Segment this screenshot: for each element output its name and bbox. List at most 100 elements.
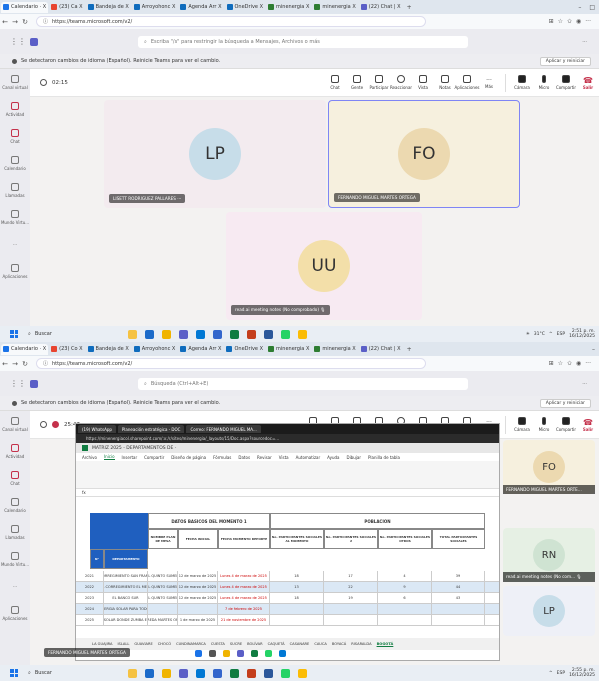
- apps-button[interactable]: Aplicaciones: [455, 75, 480, 90]
- browser-tab[interactable]: minenergia X: [266, 2, 311, 13]
- apply-restart-button[interactable]: Aplicar y reiniciar: [539, 398, 591, 408]
- chrome-icon[interactable]: [298, 668, 307, 678]
- apply-restart-button[interactable]: Aplicar y reiniciar: [539, 56, 591, 66]
- menu-icon[interactable]: ···: [585, 360, 591, 367]
- rail-item-virtual-channel[interactable]: Canal virtual: [0, 69, 30, 96]
- share-button[interactable]: Compartir: [555, 75, 577, 90]
- rail-item-calls[interactable]: Llamadas: [0, 177, 30, 204]
- browser-tab[interactable]: Calendario · X: [1, 343, 49, 355]
- clock[interactable]: 2:51 p. m. 16/12/2025: [569, 329, 595, 339]
- star-icon[interactable]: ☆: [558, 18, 563, 25]
- extensions-icon[interactable]: ⊞: [549, 18, 554, 25]
- browser-tab[interactable]: Bandeja de X: [86, 344, 131, 355]
- browser-tab[interactable]: minenergia X: [312, 344, 357, 355]
- excel-icon[interactable]: [230, 329, 239, 339]
- extensions-icon[interactable]: ⊞: [549, 360, 554, 367]
- favorites-icon[interactable]: ✩: [567, 360, 572, 367]
- url-field[interactable]: ⓘ https://teams.microsoft.com/v2/: [36, 16, 426, 27]
- more-options-icon[interactable]: ···: [582, 39, 587, 45]
- whatsapp-icon[interactable]: [281, 329, 290, 339]
- folder-icon[interactable]: [162, 329, 171, 339]
- participant-tile[interactable]: UU read.ai meeting notes (No comprobado)…: [226, 212, 422, 320]
- notes-button[interactable]: Notas: [434, 75, 456, 90]
- favorites-icon[interactable]: ✩: [567, 18, 572, 25]
- rail-item-calls[interactable]: Llamadas: [0, 519, 30, 546]
- whatsapp-icon[interactable]: [281, 668, 290, 678]
- profile-icon[interactable]: ◉: [576, 18, 581, 25]
- teams-icon[interactable]: [179, 329, 188, 339]
- app-icon[interactable]: [128, 329, 137, 339]
- chevron-up-icon[interactable]: ^: [549, 671, 553, 676]
- clock[interactable]: 2:55 p. m. 16/12/2025: [569, 668, 595, 678]
- rail-item-calendar[interactable]: Calendario: [0, 492, 30, 519]
- chrome-icon[interactable]: [298, 329, 307, 339]
- windows-start-icon[interactable]: [10, 330, 18, 338]
- apps-grid-icon[interactable]: ⋮⋮: [10, 379, 26, 388]
- raise-hand-button[interactable]: Participar: [368, 75, 390, 90]
- browser-tab[interactable]: Arroyohonc X: [132, 2, 178, 13]
- rail-item-chat[interactable]: Chat: [0, 465, 30, 492]
- browser-tab[interactable]: Bandeja de X: [86, 2, 131, 13]
- participant-tile[interactable]: FO FERNANDO MIGUEL MARTES ORTE...: [503, 440, 595, 494]
- excel-icon[interactable]: [230, 668, 239, 678]
- rail-item-virtual-channel[interactable]: Canal virtual: [0, 411, 30, 438]
- new-tab-button[interactable]: +: [403, 4, 416, 11]
- maximize-button[interactable]: □: [585, 4, 599, 11]
- share-button[interactable]: Compartir: [555, 417, 577, 432]
- browser-tab[interactable]: Agenda Arr X: [178, 344, 223, 355]
- windows-start-icon[interactable]: [10, 669, 18, 677]
- outlook-icon[interactable]: [196, 668, 205, 678]
- browser-tab[interactable]: minenergia X: [266, 344, 311, 355]
- search-input[interactable]: ⌕ Búsqueda (Ctrl+Alt+E): [138, 377, 468, 390]
- word-icon[interactable]: [213, 329, 222, 339]
- edge-icon[interactable]: [145, 668, 154, 678]
- teams-icon[interactable]: [179, 668, 188, 678]
- browser-tab[interactable]: Calendario · X: [1, 1, 49, 13]
- participant-tile[interactable]: LP: [503, 586, 595, 636]
- camera-button[interactable]: Cámara: [511, 75, 533, 90]
- search-input[interactable]: ⌕ Escriba "/s" para restringir la búsqued…: [138, 35, 468, 48]
- rail-item-chat[interactable]: Chat: [0, 123, 30, 150]
- camera-button[interactable]: Cámara: [511, 417, 533, 432]
- minimize-button[interactable]: –: [574, 4, 585, 11]
- browser-tab[interactable]: minenergia X: [312, 2, 357, 13]
- mic-button[interactable]: Micro: [533, 75, 555, 90]
- rail-item-virtual-world[interactable]: Mundo Virtu...: [0, 546, 30, 573]
- participant-tile-active-speaker[interactable]: FO FERNANDO MIGUEL MARTES ORTEGA: [328, 100, 520, 208]
- participant-tile[interactable]: LP LISETT RODRIGUEZ PALLARES ···: [104, 100, 326, 208]
- rail-item-activity[interactable]: Actividad: [0, 438, 30, 465]
- more-button[interactable]: ···Más: [478, 77, 500, 89]
- outlook-icon[interactable]: [196, 329, 205, 339]
- powerpoint-icon[interactable]: [247, 668, 256, 678]
- browser-tab[interactable]: OneDrive X: [224, 344, 265, 355]
- browser-tab[interactable]: OneDrive X: [225, 2, 266, 13]
- browser-tab[interactable]: Arroyohonc X: [132, 344, 178, 355]
- back-icon[interactable]: ←: [0, 18, 10, 26]
- react-button[interactable]: Reaccionar: [390, 75, 412, 90]
- browser-tab[interactable]: (23) Co X: [49, 344, 84, 355]
- menu-icon[interactable]: ···: [585, 18, 591, 25]
- apps-grid-icon[interactable]: ⋮⋮: [10, 37, 26, 46]
- rail-item-virtual-world[interactable]: Mundo Virtu...: [0, 204, 30, 231]
- forward-icon[interactable]: →: [10, 360, 20, 368]
- browser-tab[interactable]: Agenda Arr X: [178, 2, 223, 13]
- star-icon[interactable]: ☆: [558, 360, 563, 367]
- participant-tile[interactable]: RN read.ai meeting notes (No com... 🎙: [503, 528, 595, 582]
- chat-button[interactable]: Chat: [324, 75, 346, 90]
- powerpoint-icon[interactable]: [247, 329, 256, 339]
- rail-item-activity[interactable]: Actividad: [0, 96, 30, 123]
- rail-more[interactable]: ···: [0, 573, 30, 600]
- taskbar-search[interactable]: ⌕ Buscar: [28, 329, 118, 339]
- app-icon[interactable]: [128, 668, 137, 678]
- taskbar-search[interactable]: ⌕ Buscar: [28, 668, 118, 678]
- leave-button[interactable]: ☎ Salir: [577, 418, 599, 432]
- app-icon[interactable]: [264, 329, 273, 339]
- forward-icon[interactable]: →: [10, 18, 20, 26]
- rail-item-apps[interactable]: Aplicaciones: [0, 258, 30, 285]
- rail-item-calendar[interactable]: Calendario: [0, 150, 30, 177]
- folder-icon[interactable]: [162, 668, 171, 678]
- more-options-icon[interactable]: ···: [582, 381, 587, 387]
- edge-icon[interactable]: [145, 329, 154, 339]
- browser-tab[interactable]: (23) Ca X: [49, 2, 84, 13]
- rail-more[interactable]: ···: [0, 231, 30, 258]
